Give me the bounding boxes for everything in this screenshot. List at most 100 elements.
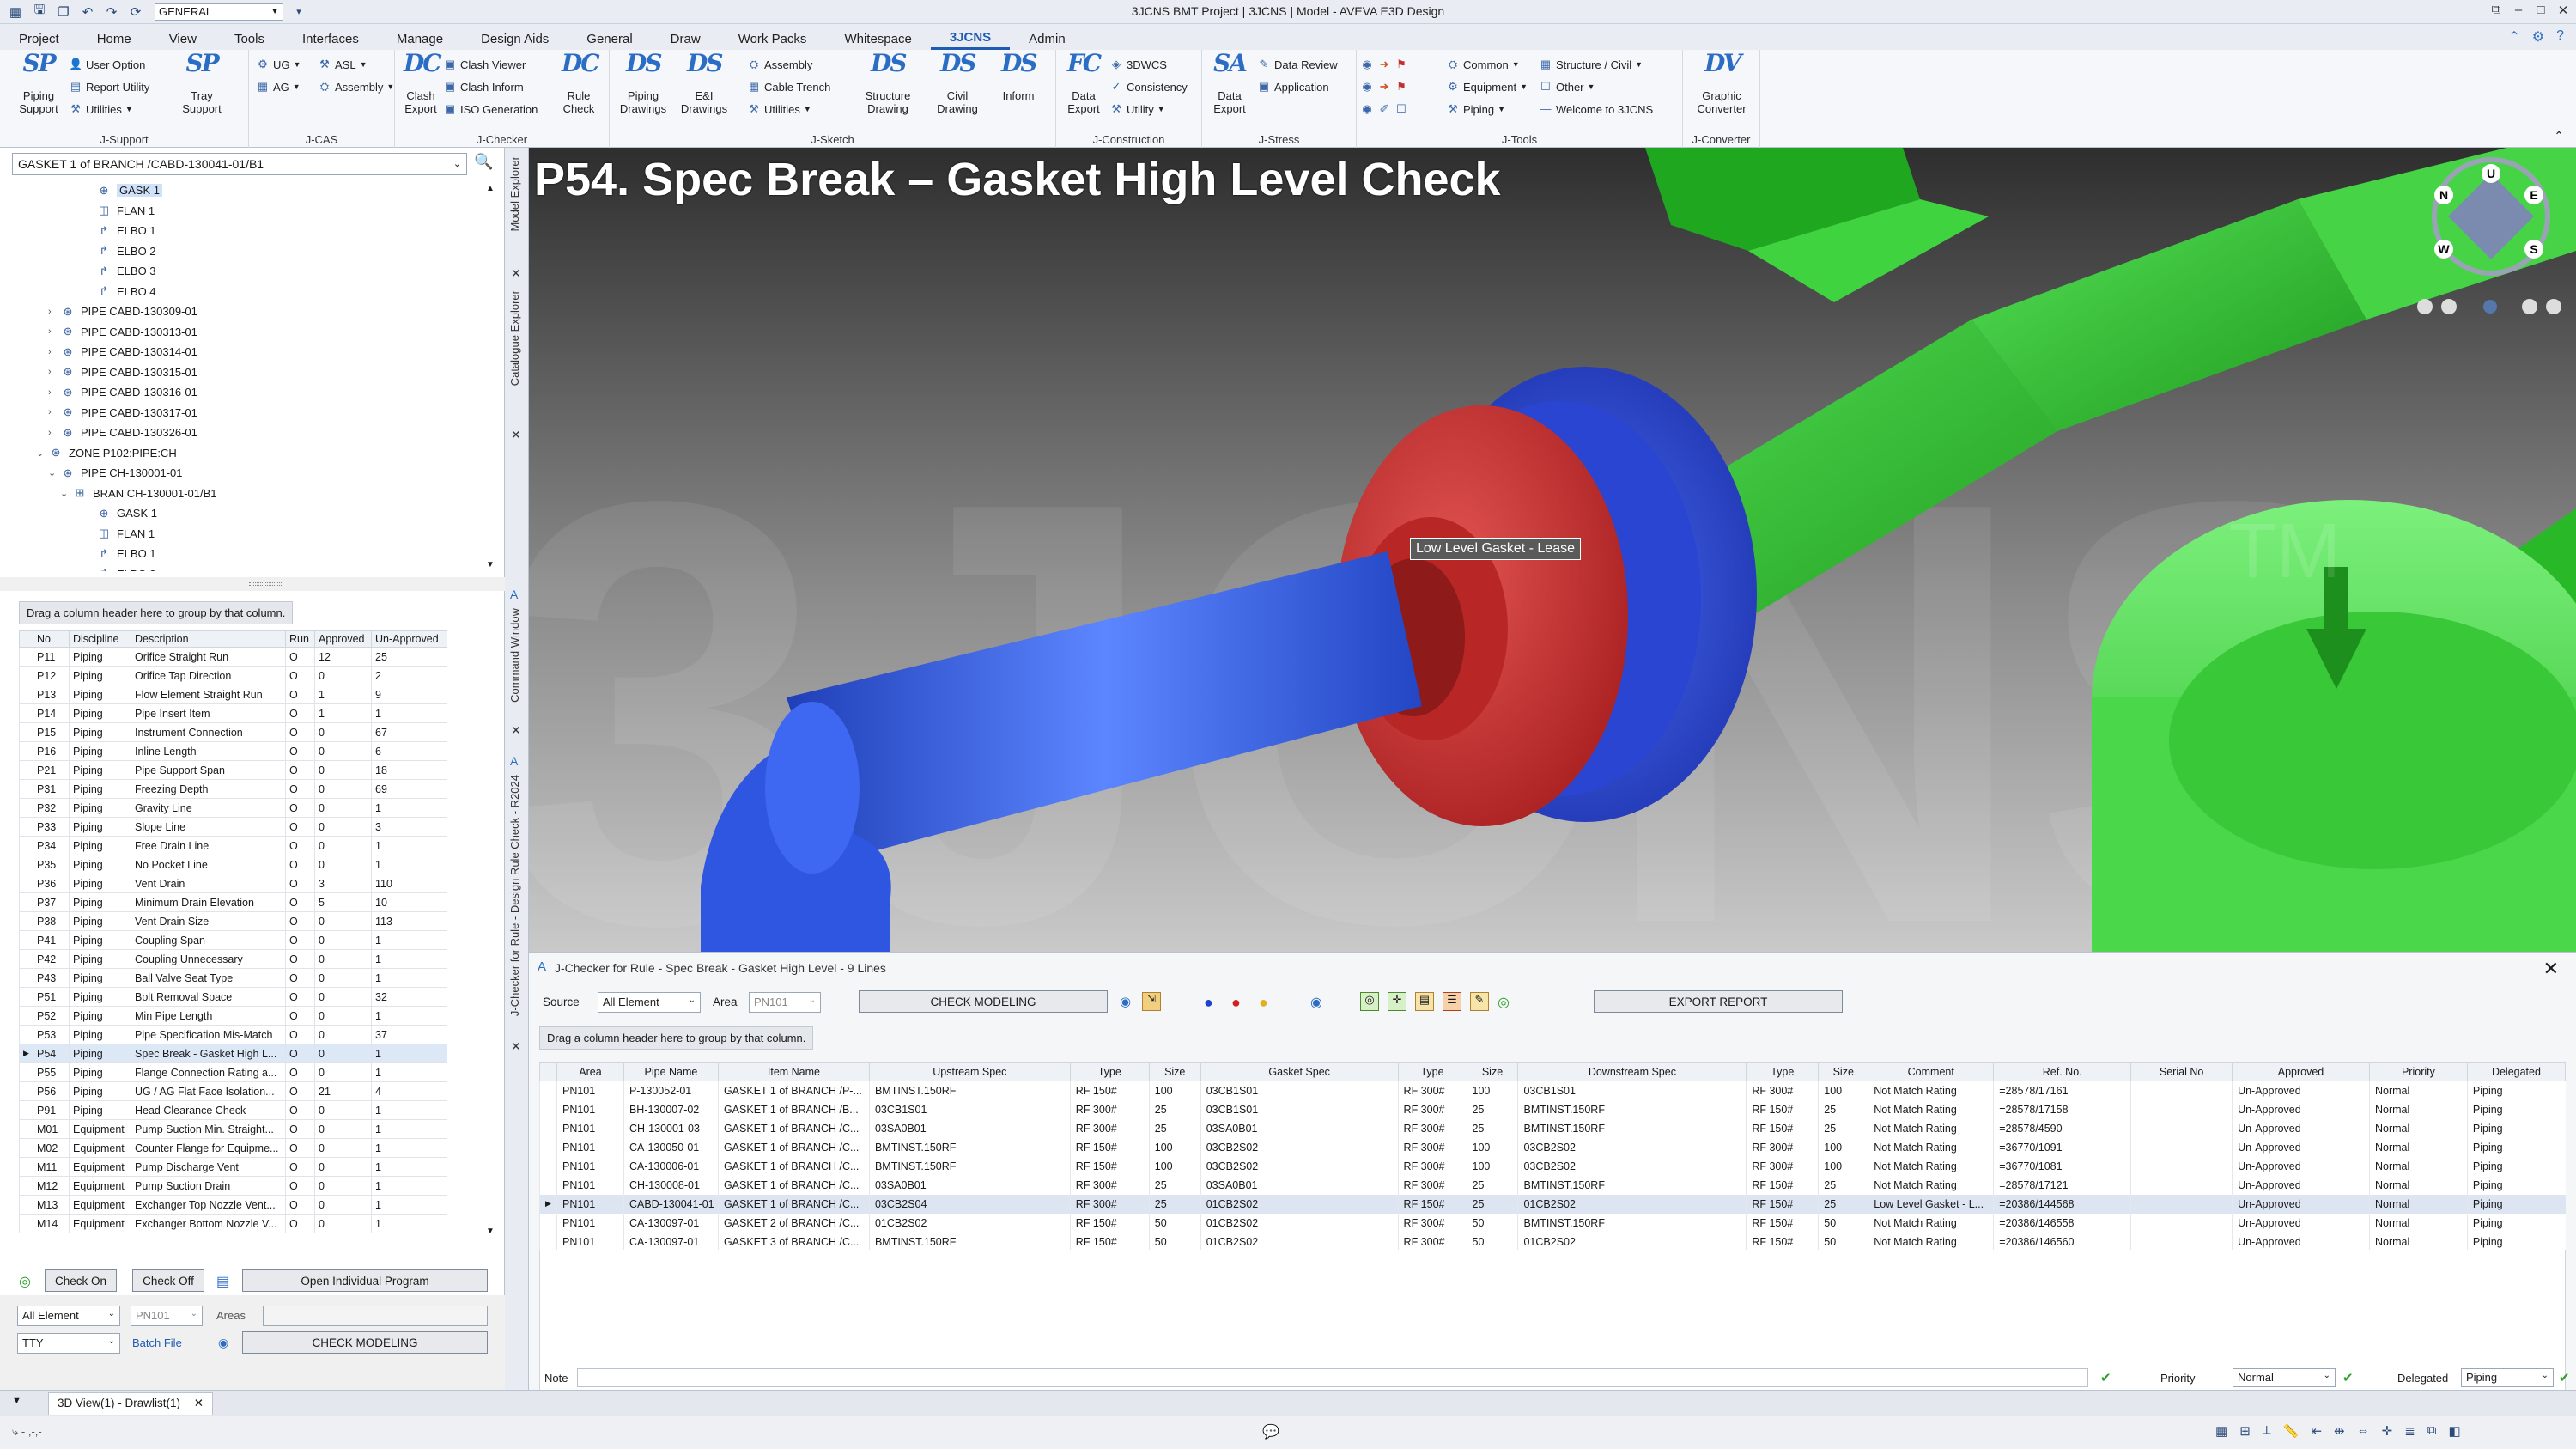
tree-node[interactable]: › ⊛ PIPE CABD-130309-01 [12, 301, 493, 322]
structure-drawing-button[interactable]: DS Structure Drawing [854, 52, 922, 116]
tools-icon-1[interactable]: ◉ ➜ ⚑ [1360, 55, 1412, 74]
tree-node[interactable]: ◫ FLAN 1 [12, 201, 493, 222]
equipment-button[interactable]: ⚙ Equipment ▼ [1446, 77, 1528, 96]
column-header[interactable]: Size [1818, 1062, 1869, 1081]
compass-north-label[interactable]: N [2439, 188, 2448, 202]
table-row[interactable]: PN101 P-130052-01 GASKET 1 of BRANCH /P-..… [539, 1081, 2566, 1100]
grid-toggle-icon[interactable]: ⊞ [2239, 1423, 2251, 1439]
table-row[interactable]: P41 Piping Coupling Span O 0 1 [19, 930, 447, 950]
layers-icon[interactable]: ≣ [2404, 1423, 2415, 1439]
tree-expand-icon[interactable]: ⌄ [60, 488, 72, 499]
iso-generation-button[interactable]: ▣ ISO Generation [443, 100, 538, 119]
table-row[interactable]: P14 Piping Pipe Insert Item O 1 1 [19, 703, 447, 723]
grid-icon[interactable]: ▤ [216, 1273, 229, 1290]
table-row[interactable]: ▶ P54 Piping Spec Break - Gasket High L... O… [19, 1044, 447, 1063]
tree-node[interactable]: ⌄ ⊛ ZONE P102:PIPE:CH [12, 443, 493, 464]
confirm-delegated-icon[interactable]: ✔ [2559, 1370, 2570, 1385]
tree-expand-icon[interactable]: › [48, 407, 60, 417]
table-row[interactable]: P53 Piping Pipe Specification Mis-Match O 0 3… [19, 1025, 447, 1044]
rule-check-button[interactable]: DC Rule Check [555, 52, 603, 116]
data-review-button[interactable]: ✎ Data Review [1257, 55, 1338, 74]
table-row[interactable]: PN101 CA-130006-01 GASKET 1 of BRANCH /C..… [539, 1156, 2566, 1176]
column-header[interactable]: Area [556, 1062, 624, 1081]
cable-trench-button[interactable]: ▦ Cable Trench [747, 77, 830, 96]
red-filter-dot-icon[interactable]: ● [1231, 994, 1241, 1012]
application-button[interactable]: ▣ Application [1257, 77, 1329, 96]
list-icon[interactable]: ☰ [1443, 992, 1461, 1011]
welcome-button[interactable]: — Welcome to 3JCNS [1539, 100, 1654, 119]
tree-node[interactable]: ↱ ELBO 1 [12, 544, 493, 564]
column-header-unapproved[interactable]: Un-Approved [371, 630, 447, 648]
open-individual-program-button[interactable]: Open Individual Program [242, 1269, 488, 1292]
check-modeling-button[interactable]: CHECK MODELING [859, 990, 1108, 1013]
table-row[interactable]: P15 Piping Instrument Connection O 0 67 [19, 722, 447, 742]
compass-east-label[interactable]: E [2530, 188, 2537, 202]
render-icon[interactable]: ◧ [2449, 1423, 2461, 1439]
tree-node[interactable]: ↱ ELBO 2 [12, 241, 493, 262]
clash-export-button[interactable]: DC Clash Export [395, 52, 447, 116]
utilities-button[interactable]: ⚒ Utilities ▼ [69, 100, 133, 119]
table-row[interactable]: M12 Equipment Pump Suction Drain O 0 1 [19, 1176, 447, 1196]
asl-button[interactable]: ⚒ ASL ▼ [318, 55, 367, 74]
table-row[interactable]: M11 Equipment Pump Discharge Vent O 0 1 [19, 1157, 447, 1177]
table-row[interactable]: M13 Equipment Exchanger Top Nozzle Vent...… [19, 1195, 447, 1215]
column-header[interactable]: Size [1148, 1062, 1201, 1081]
close-icon[interactable]: ✕ [194, 1397, 204, 1409]
chat-icon[interactable]: 💬 [1262, 1423, 1279, 1440]
table-row[interactable]: PN101 CA-130050-01 GASKET 1 of BRANCH /C..… [539, 1137, 2566, 1157]
current-element-select[interactable]: GASKET 1 of BRANCH /CABD-130041-01/B1 ⌄ [12, 153, 467, 175]
delegated-select[interactable]: Piping ⌄ [2461, 1368, 2554, 1387]
compass-up-label[interactable]: U [2487, 167, 2495, 180]
priority-select[interactable]: Normal ⌄ [2233, 1368, 2336, 1387]
tree-expand-icon[interactable]: › [48, 387, 60, 398]
confirm-priority-icon[interactable]: ✔ [2342, 1370, 2354, 1385]
clash-inform-button[interactable]: ▣ Clash Inform [443, 77, 524, 96]
tab-admin[interactable]: Admin [1010, 27, 1084, 50]
close-icon[interactable]: ✕ [511, 1039, 521, 1054]
structure-civil-button[interactable]: ▦ Structure / Civil ▼ [1539, 55, 1643, 74]
camera-icon[interactable]: ◉ [1120, 994, 1131, 1009]
model-explorer-tab[interactable]: Model Explorer [508, 156, 521, 231]
column-header[interactable]: Delegated [2466, 1062, 2567, 1081]
close-icon[interactable]: ✕ [2543, 958, 2559, 980]
table-row[interactable]: M01 Equipment Pump Suction Min. Straight..… [19, 1119, 447, 1139]
table-row[interactable]: P43 Piping Ball Valve Seat Type O 0 1 [19, 968, 447, 988]
table-row[interactable]: P16 Piping Inline Length O 0 6 [19, 741, 447, 761]
batch-file-link[interactable]: Batch File [132, 1336, 182, 1349]
table-row[interactable]: PN101 CA-130097-01 GASKET 2 of BRANCH /C..… [539, 1213, 2566, 1233]
piping-support-button[interactable]: SP Piping Support [9, 52, 69, 116]
common-button[interactable]: ⛭ Common ▼ [1446, 55, 1520, 74]
tree-expand-icon[interactable]: › [48, 428, 60, 438]
tree-expand-icon[interactable]: ⌄ [48, 467, 60, 478]
table-row[interactable]: P55 Piping Flange Connection Rating a... O 0… [19, 1062, 447, 1082]
column-header[interactable]: Priority [2368, 1062, 2468, 1081]
table-row[interactable]: P21 Piping Pipe Support Span O 0 18 [19, 760, 447, 780]
tree-node[interactable]: › ⊛ PIPE CABD-130315-01 [12, 362, 493, 383]
civil-drawing-button[interactable]: DS Civil Drawing [929, 52, 986, 116]
table-row[interactable]: ▶ PN101 CABD-130041-01 GASKET 1 of BRANCH /… [539, 1194, 2566, 1214]
table-row[interactable]: PN101 CA-130097-01 GASKET 3 of BRANCH /C..… [539, 1232, 2566, 1251]
minimize-icon[interactable]: – [2509, 3, 2528, 20]
consistency-button[interactable]: ✓ Consistency [1109, 77, 1188, 96]
tree-node[interactable]: › ⊛ PIPE CABD-130313-01 [12, 322, 493, 343]
column-header[interactable]: Item Name [717, 1062, 870, 1081]
ag-button[interactable]: ▦ AG ▼ [256, 77, 301, 96]
tab-interfaces[interactable]: Interfaces [283, 27, 378, 50]
column-header[interactable]: Upstream Spec [868, 1062, 1071, 1081]
areas-input[interactable] [263, 1306, 488, 1326]
table-row[interactable]: P56 Piping UG / AG Flat Face Isolation... O… [19, 1081, 447, 1101]
tree-node[interactable]: ⊕ GASK 1 [12, 180, 493, 201]
tab-3d-view[interactable]: 3D View(1) - Drawlist(1) ✕ [48, 1392, 214, 1415]
checker-area-select[interactable]: PN101 ⌄ [749, 992, 821, 1013]
axis-icon[interactable]: ✛ [2382, 1423, 2393, 1439]
undo-icon[interactable]: ↶ [79, 3, 96, 21]
tree-node[interactable]: › ⊛ PIPE CABD-130316-01 [12, 382, 493, 403]
close-icon[interactable]: ✕ [511, 723, 521, 738]
refresh-icon[interactable]: ◎ [19, 1273, 31, 1290]
table-row[interactable]: P12 Piping Orifice Tap Direction O 0 2 [19, 666, 447, 685]
maximize-icon[interactable]: □ [2531, 3, 2550, 20]
table-row[interactable]: P42 Piping Coupling Unnecessary O 0 1 [19, 949, 447, 969]
confirm-note-icon[interactable]: ✔ [2100, 1370, 2111, 1385]
ortho-icon[interactable]: ⟂ [2263, 1423, 2271, 1439]
area-select[interactable]: PN101 ⌄ [131, 1306, 203, 1326]
